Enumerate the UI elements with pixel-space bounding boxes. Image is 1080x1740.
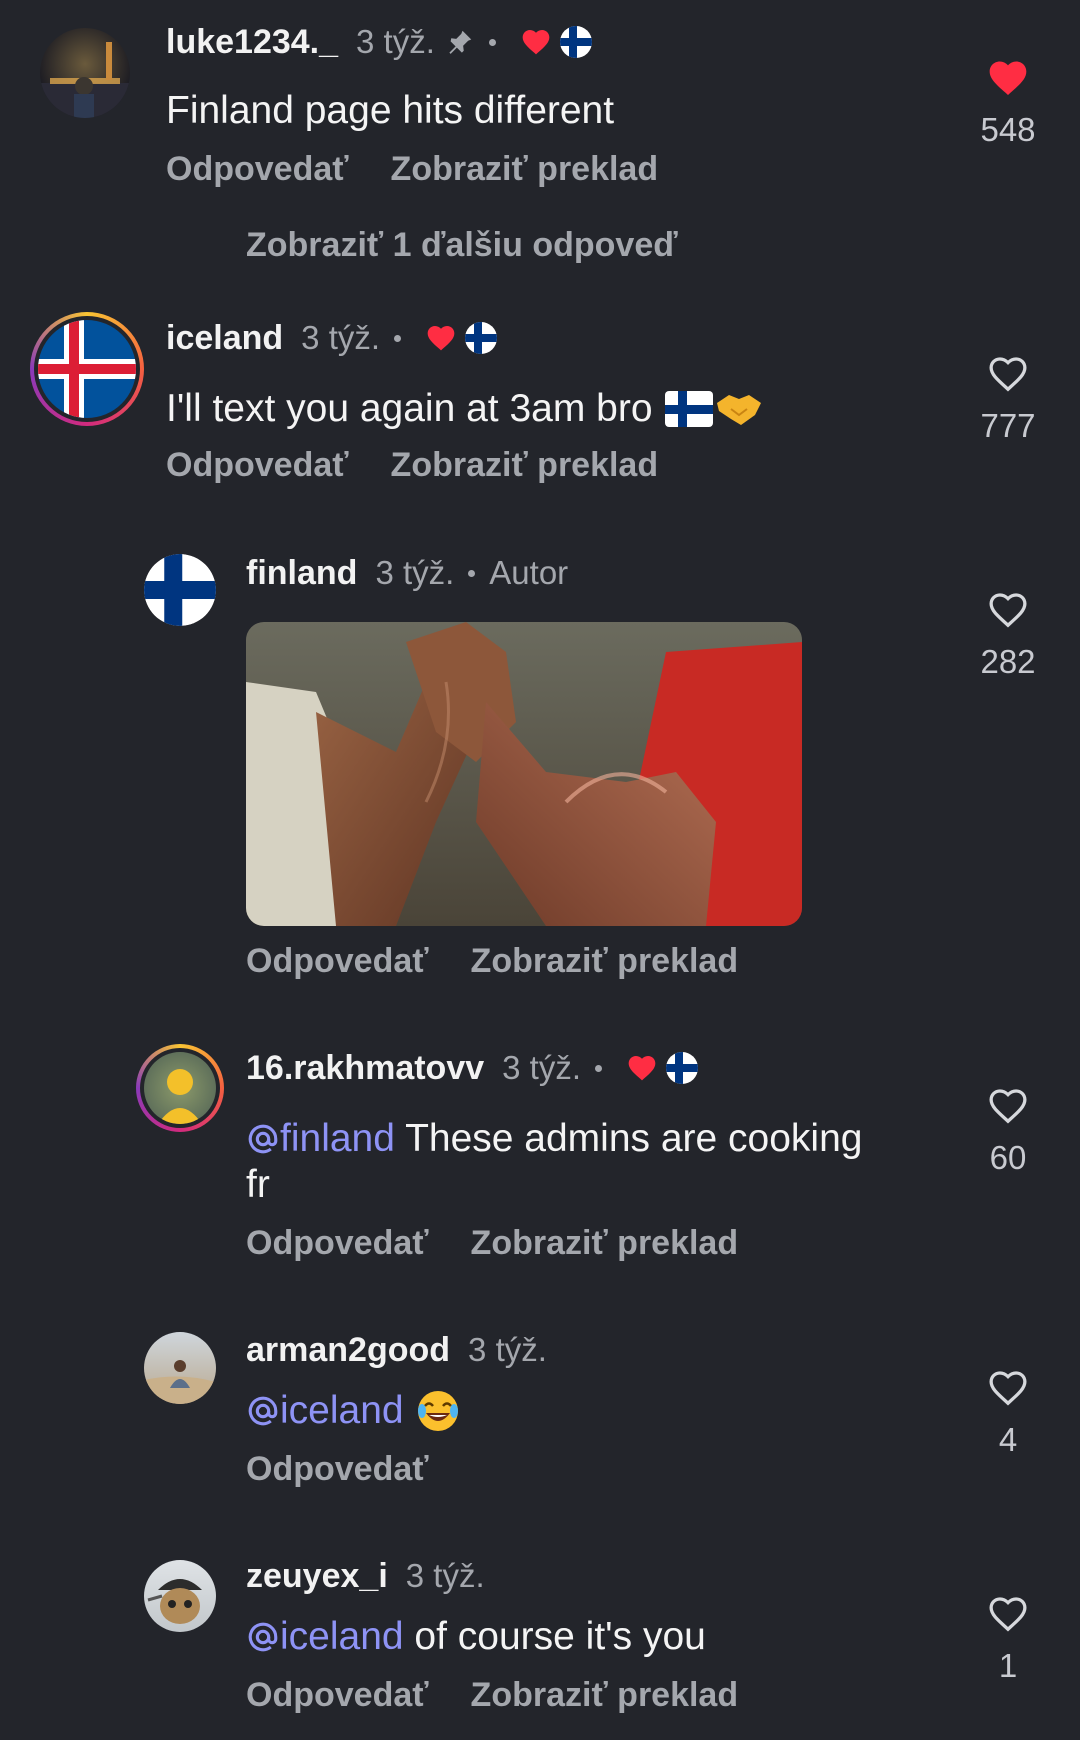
finland-flag-icon — [560, 26, 592, 58]
view-more-replies-button[interactable]: Zobraziť 1 ďalšiu odpoveď — [246, 226, 678, 265]
timestamp: 3 týž. — [356, 23, 435, 60]
mention-text: iceland — [280, 1389, 404, 1432]
finland-flag-emoji-icon — [664, 391, 713, 427]
timestamp: 3 týž. — [502, 1049, 581, 1086]
reply-button[interactable]: Odpovedať — [166, 150, 349, 189]
show-translation-button[interactable]: Zobraziť preklad — [471, 942, 739, 981]
timestamp: 3 týž. — [405, 1557, 485, 1594]
story-ring[interactable] — [30, 312, 144, 426]
reply-button[interactable]: Odpovedať — [246, 942, 429, 981]
gif-image[interactable] — [246, 622, 802, 926]
comment-text: Finland page hits different — [166, 89, 615, 132]
show-translation-button[interactable]: Zobraziť preklad — [471, 1676, 739, 1715]
timestamp: 3 týž. — [301, 319, 381, 356]
show-translation-button[interactable]: Zobraziť preklad — [391, 446, 659, 485]
reply-button[interactable]: Odpovedať — [166, 446, 349, 485]
show-translation-button[interactable]: Zobraziť preklad — [391, 150, 659, 189]
author-badge: Autor — [489, 554, 569, 591]
at-sign-icon — [246, 1394, 280, 1428]
username[interactable]: zeuyex_i — [246, 1557, 388, 1596]
tears-of-joy-emoji-icon — [417, 1391, 458, 1431]
comment-text-continued: fr — [246, 1163, 270, 1206]
like-heart-icon[interactable] — [986, 56, 1030, 100]
reply-button[interactable]: Odpovedať — [246, 1224, 429, 1263]
username[interactable]: 16.rakhmatovv — [246, 1049, 484, 1088]
mention-text: finland — [280, 1117, 395, 1160]
story-ring[interactable] — [136, 1044, 224, 1132]
separator-dot — [394, 334, 402, 342]
at-sign-icon — [246, 1122, 280, 1156]
creator-liked-heart-icon — [626, 1052, 658, 1084]
like-count: 4 — [998, 1421, 1018, 1458]
like-count: 777 — [980, 407, 1036, 444]
like-heart-icon[interactable] — [986, 1366, 1030, 1410]
like-count: 1 — [998, 1647, 1018, 1684]
pin-icon — [449, 30, 472, 54]
handshake-emoji-icon — [716, 395, 761, 425]
reply-button[interactable]: Odpovedať — [246, 1450, 429, 1489]
at-sign-icon — [246, 1620, 280, 1654]
timestamp: 3 týž. — [375, 554, 455, 591]
creator-liked-heart-icon — [520, 26, 552, 58]
username[interactable]: arman2good — [246, 1331, 450, 1370]
like-count: 548 — [980, 111, 1036, 148]
avatar[interactable] — [144, 1560, 216, 1632]
mention-link[interactable]: iceland — [246, 1388, 404, 1434]
avatar[interactable] — [40, 28, 130, 118]
avatar — [144, 1052, 216, 1124]
username[interactable]: iceland — [166, 319, 283, 358]
mention-text: iceland — [280, 1615, 404, 1658]
username[interactable]: luke1234._ — [166, 23, 338, 62]
finland-flag-icon — [465, 322, 497, 354]
comment-text: of course it's you — [403, 1615, 706, 1658]
mention-link[interactable]: iceland — [246, 1615, 404, 1658]
separator-dot — [468, 569, 476, 577]
like-heart-icon[interactable] — [986, 1084, 1030, 1128]
comment-text: These admins are cooking — [394, 1117, 863, 1160]
like-heart-icon[interactable] — [986, 1592, 1030, 1636]
avatar[interactable] — [144, 554, 216, 626]
timestamp: 3 týž. — [468, 1331, 547, 1368]
avatar[interactable] — [144, 1332, 216, 1404]
comment-text: I'll text you again at 3am bro — [166, 387, 653, 430]
show-translation-button[interactable]: Zobraziť preklad — [471, 1224, 739, 1263]
creator-liked-heart-icon — [425, 322, 457, 354]
reply-button[interactable]: Odpovedať — [246, 1676, 429, 1715]
username[interactable]: finland — [246, 554, 357, 593]
avatar — [38, 320, 136, 418]
mention-link[interactable]: finland — [246, 1117, 395, 1160]
finland-flag-icon — [666, 1052, 698, 1084]
like-count: 282 — [980, 643, 1036, 680]
like-heart-icon[interactable] — [986, 352, 1030, 396]
separator-dot — [488, 38, 496, 46]
separator-dot — [595, 1064, 602, 1072]
like-count: 60 — [989, 1139, 1027, 1176]
like-heart-icon[interactable] — [986, 588, 1030, 632]
